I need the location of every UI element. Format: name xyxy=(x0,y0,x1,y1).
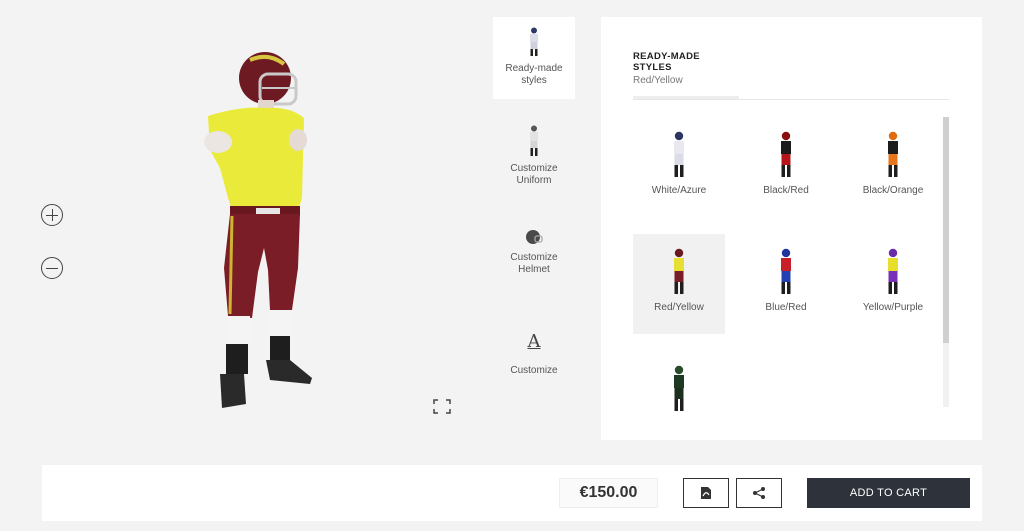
style-label: Yellow/Purple xyxy=(862,302,924,313)
style-label: Black/Red xyxy=(763,185,809,196)
divider xyxy=(633,99,949,100)
style-tile[interactable]: Blue/Red xyxy=(740,234,832,334)
style-tile[interactable]: Black/Red xyxy=(740,117,832,217)
style-tile[interactable]: White/Azure xyxy=(633,117,725,217)
style-thumbnail xyxy=(781,131,791,177)
style-grid: White/Azure Black/Red Black/Orange Red/Y… xyxy=(633,117,939,417)
zoom-in-icon[interactable] xyxy=(41,204,63,226)
style-label: White/Azure xyxy=(651,185,707,196)
checkout-bar: €150.00 ADD TO CART xyxy=(42,465,982,521)
player-icon xyxy=(530,27,538,56)
menu-item-label: Customize Uniform xyxy=(510,163,558,186)
style-label: Red/Yellow xyxy=(654,302,704,313)
style-thumbnail xyxy=(674,131,684,177)
style-label: Blue/Red xyxy=(765,302,807,313)
download-pdf-button[interactable] xyxy=(683,478,729,508)
style-thumbnail xyxy=(674,248,684,294)
price-display: €150.00 xyxy=(559,478,658,508)
scrollbar[interactable] xyxy=(943,117,949,407)
share-icon xyxy=(753,487,765,499)
menu-item-label: Customize xyxy=(510,365,558,376)
text-a-icon: A xyxy=(527,331,541,352)
share-button[interactable] xyxy=(736,478,782,508)
style-tile[interactable] xyxy=(633,351,725,417)
style-thumbnail xyxy=(781,248,791,294)
scrollbar-thumb[interactable] xyxy=(943,117,949,343)
pdf-icon xyxy=(701,487,711,499)
menu-item-customize-text[interactable]: A Customize xyxy=(493,329,575,389)
style-thumbnail xyxy=(888,248,898,294)
fullscreen-icon[interactable] xyxy=(433,399,451,414)
uniform-icon xyxy=(530,125,538,156)
style-label: Black/Orange xyxy=(862,185,924,196)
selected-style-name: Red/Yellow xyxy=(633,75,683,86)
style-tile[interactable]: Yellow/Purple xyxy=(847,234,939,334)
style-tile[interactable]: Black/Orange xyxy=(847,117,939,217)
panel-header: READY-MADE STYLES Red/Yellow xyxy=(633,51,737,86)
zoom-out-icon[interactable] xyxy=(41,257,63,279)
menu-item-customize-helmet[interactable]: Customize Helmet xyxy=(493,225,575,285)
style-thumbnail xyxy=(674,365,684,411)
menu-item-ready-made-styles[interactable]: Ready-made styles xyxy=(493,17,575,99)
add-to-cart-button[interactable]: ADD TO CART xyxy=(807,478,970,508)
menu-item-customize-uniform[interactable]: Customize Uniform xyxy=(493,121,575,191)
helmet-icon xyxy=(526,230,543,244)
style-tile[interactable]: Red/Yellow xyxy=(633,234,725,334)
styles-panel: READY-MADE STYLES Red/Yellow White/Azure… xyxy=(601,17,982,440)
player-3d-model[interactable] xyxy=(180,48,330,416)
menu-item-label: Customize Helmet xyxy=(510,252,558,275)
panel-title: READY-MADE STYLES xyxy=(633,51,700,73)
3d-viewer[interactable] xyxy=(0,0,480,450)
menu-item-label: Ready-made styles xyxy=(505,63,563,86)
style-thumbnail xyxy=(888,131,898,177)
